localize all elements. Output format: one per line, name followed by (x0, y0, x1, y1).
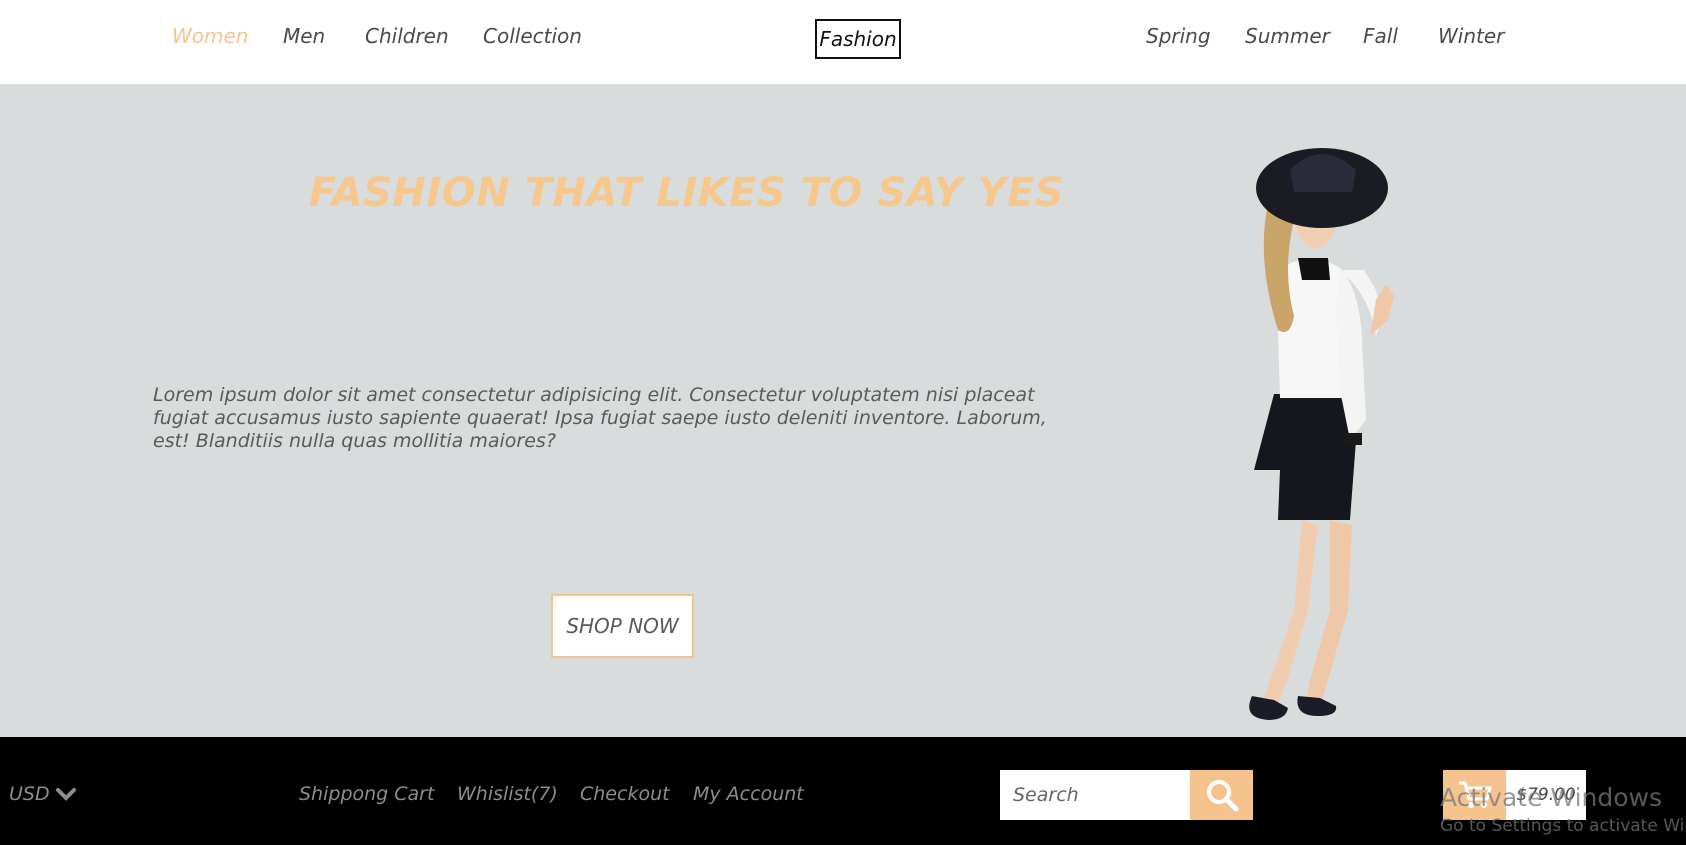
currency-label: USD (9, 783, 50, 805)
nav-link-women[interactable]: Women (172, 24, 248, 48)
footer-link-wishlist[interactable]: Whislist(7) (457, 783, 558, 805)
windows-activation-subtitle: Go to Settings to activate Windows. (1440, 816, 1686, 836)
footer-link-my-account[interactable]: My Account (693, 783, 804, 805)
search-input[interactable] (1000, 770, 1190, 820)
brand-label: Fashion (819, 27, 897, 51)
currency-selector[interactable]: USD (9, 783, 76, 805)
footer-link-shipping-cart[interactable]: Shippong Cart (299, 783, 434, 805)
windows-activation-title: Activate Windows (1440, 783, 1662, 812)
brand-logo[interactable]: Fashion (815, 19, 901, 59)
top-navigation: Women Men Children Collection Fashion Sp… (0, 0, 1686, 84)
nav-link-collection[interactable]: Collection (483, 24, 582, 48)
footer-link-checkout[interactable]: Checkout (580, 783, 670, 805)
shop-now-button[interactable]: SHOP NOW (551, 594, 694, 658)
chevron-down-icon (55, 788, 76, 801)
hero-banner: FASHION THAT LIKES TO SAY YES Lorem ipsu… (0, 84, 1686, 737)
search-button[interactable] (1190, 770, 1253, 820)
hero-description: Lorem ipsum dolor sit amet consectetur a… (153, 384, 1047, 452)
nav-link-summer[interactable]: Summer (1245, 24, 1330, 48)
nav-link-winter[interactable]: Winter (1438, 24, 1504, 48)
nav-link-children[interactable]: Children (365, 24, 449, 48)
search-icon (1206, 780, 1238, 812)
hero-title: FASHION THAT LIKES TO SAY YES (309, 170, 1065, 216)
footer-bar: USD Shippong Cart Whislist(7) Checkout M… (0, 737, 1686, 845)
fashion-model-image (1249, 148, 1394, 720)
nav-link-spring[interactable]: Spring (1146, 24, 1211, 48)
nav-link-men[interactable]: Men (283, 24, 325, 48)
nav-link-fall[interactable]: Fall (1363, 24, 1398, 48)
